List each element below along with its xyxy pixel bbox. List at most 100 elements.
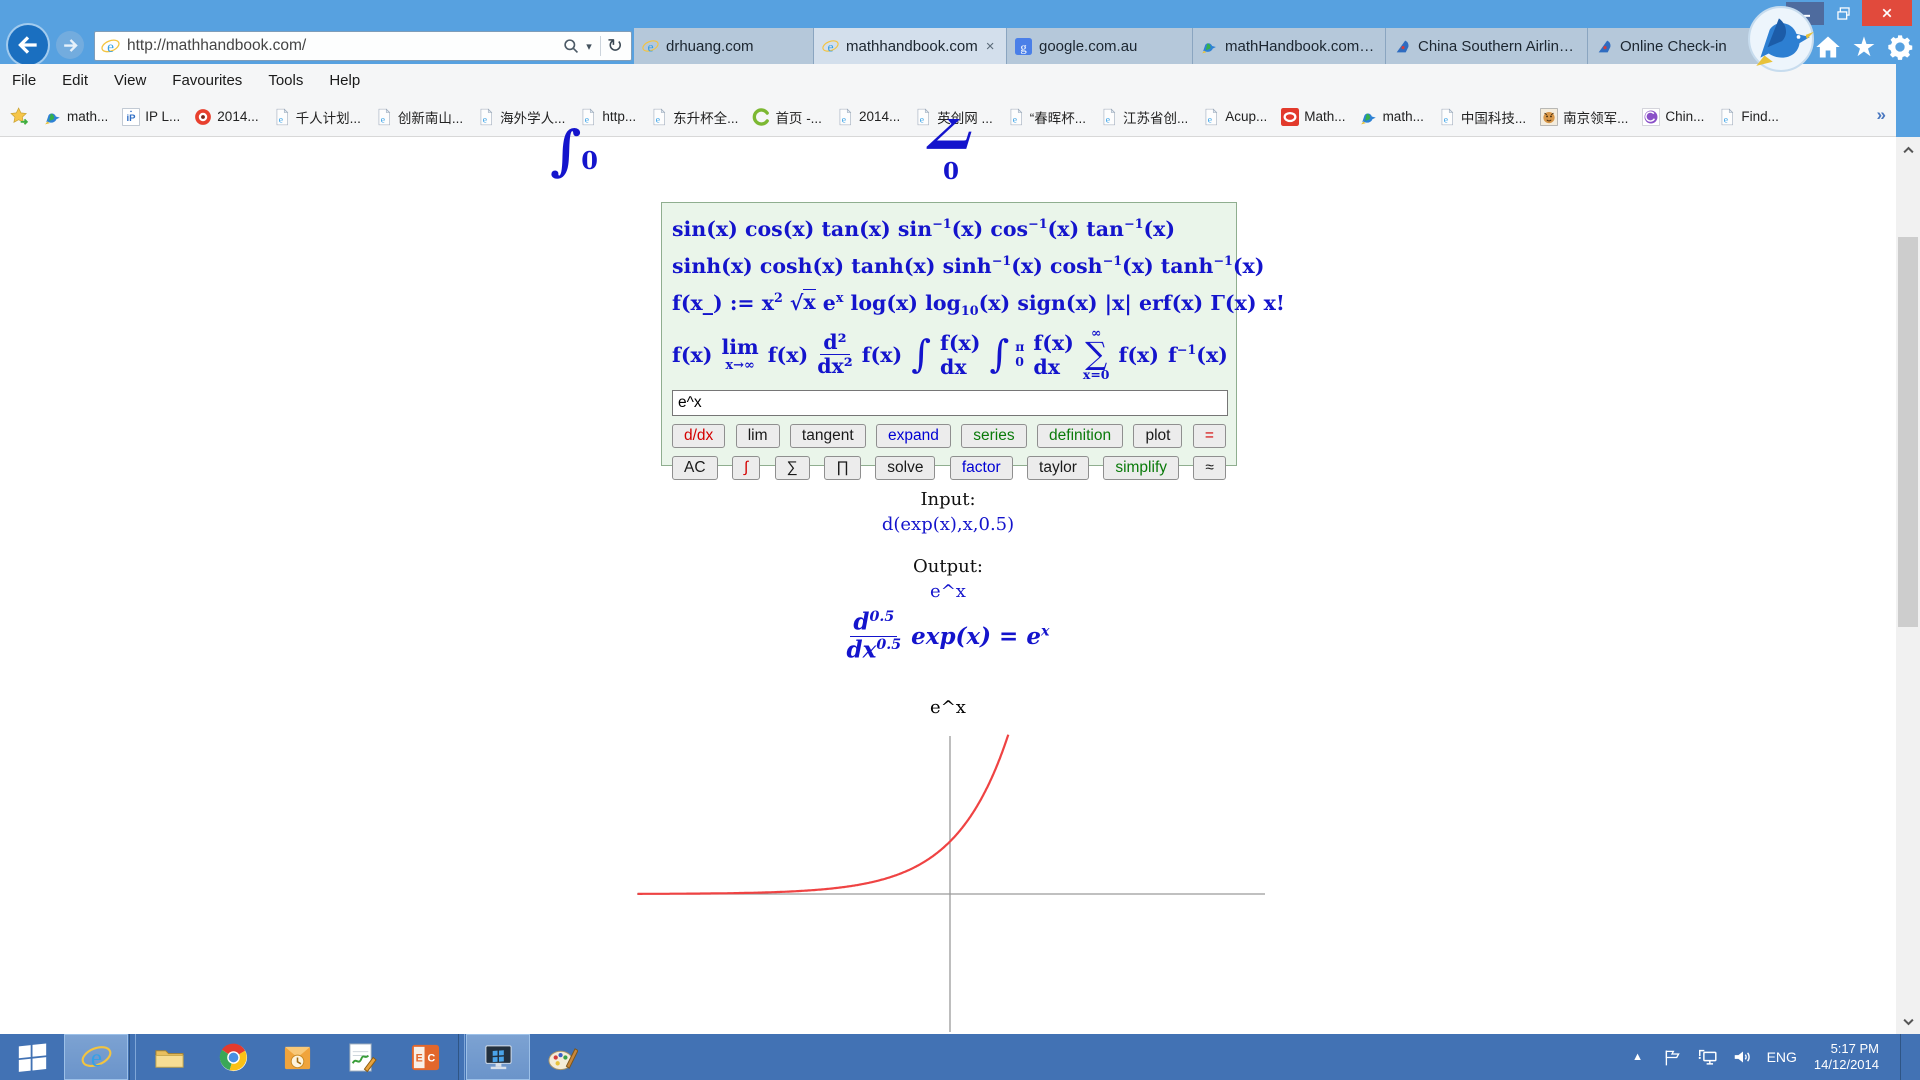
restore-icon: [1834, 4, 1853, 23]
favorites-overflow-chevron[interactable]: »: [1877, 105, 1886, 125]
menu-favourites[interactable]: Favourites: [172, 72, 242, 89]
vertical-scrollbar[interactable]: [1896, 137, 1920, 1034]
favorite-item[interactable]: e“春晖杯...: [1001, 104, 1092, 130]
settings-button[interactable]: [1886, 33, 1914, 61]
favorite-item[interactable]: 南京领军...: [1534, 104, 1634, 130]
taskbar-ec-app[interactable]: EC: [393, 1034, 457, 1080]
favorite-label: math...: [1383, 109, 1424, 124]
tab-mathhandbook-com[interactable]: emathhandbook.com×: [814, 28, 1007, 64]
browser-window: e http://mathhandbook.com/ ▾ ↻ edrhuang.…: [0, 0, 1920, 1080]
favorite-item[interactable]: 2014...: [188, 105, 264, 129]
calc-button-simplify[interactable]: simplify: [1103, 456, 1179, 480]
scroll-up-button[interactable]: [1896, 137, 1920, 163]
calc-button-d-dx[interactable]: d/dx: [672, 424, 725, 448]
calc-button-definition[interactable]: definition: [1037, 424, 1123, 448]
back-button[interactable]: [8, 25, 48, 65]
menu-view[interactable]: View: [114, 72, 146, 89]
tab-google-com-au[interactable]: ggoogle.com.au: [1007, 28, 1193, 64]
calc-button-factor[interactable]: factor: [950, 456, 1013, 480]
tab-online-check-in[interactable]: Online Check-in: [1588, 28, 1764, 64]
refresh-icon[interactable]: ↻: [605, 35, 625, 58]
favorite-item[interactable]: e创新南山...: [369, 104, 469, 130]
scroll-down-button[interactable]: [1896, 1008, 1920, 1034]
clock[interactable]: 5:17 PM 14/12/2014: [1814, 1041, 1879, 1073]
action-center-flag-icon[interactable]: [1662, 1046, 1684, 1068]
input-expression: d(exp(x),x,0.5): [0, 514, 1896, 535]
taskbar-display-app[interactable]: [466, 1034, 530, 1080]
show-desktop-button[interactable]: [1900, 1034, 1910, 1080]
start-button[interactable]: [0, 1034, 64, 1080]
tab-china-southern-airline-[interactable]: China Southern Airline...: [1386, 28, 1588, 64]
tab-label: China Southern Airline...: [1418, 38, 1579, 55]
purple-favicon: [1642, 108, 1660, 126]
favorite-label: 中国科技...: [1461, 107, 1526, 127]
taskbar-notes-app[interactable]: [329, 1034, 393, 1080]
svg-text:e: e: [827, 39, 833, 54]
hidden-icons-button[interactable]: ▲: [1627, 1046, 1649, 1068]
ie-favicon: e: [642, 38, 659, 55]
favorite-item[interactable]: e江苏省创...: [1094, 104, 1194, 130]
taskbar-chrome[interactable]: [201, 1034, 265, 1080]
taskbar-internet-explorer[interactable]: e: [64, 1034, 128, 1080]
network-icon[interactable]: [1697, 1046, 1719, 1068]
airline-favicon: [1596, 38, 1613, 55]
calc-button--[interactable]: ∑: [775, 456, 810, 480]
svg-text:e: e: [1106, 114, 1110, 125]
taskbar-file-explorer[interactable]: [137, 1034, 201, 1080]
forward-button[interactable]: [56, 31, 84, 59]
favorite-item[interactable]: Math...: [1275, 105, 1351, 129]
tab-drhuang-com[interactable]: edrhuang.com: [634, 28, 814, 64]
favorite-item[interactable]: 首页 -...: [746, 104, 828, 130]
calc-button--[interactable]: ≈: [1193, 456, 1226, 480]
volume-icon[interactable]: [1732, 1046, 1754, 1068]
add-favorite-star-icon[interactable]: [8, 106, 32, 128]
close-button[interactable]: [1862, 0, 1912, 26]
calc-button-solve[interactable]: solve: [875, 456, 935, 480]
menu-edit[interactable]: Edit: [62, 72, 88, 89]
favorite-item[interactable]: Chin...: [1636, 105, 1710, 129]
calc-button-lim[interactable]: lim: [736, 424, 780, 448]
search-icon[interactable]: [560, 38, 582, 55]
favorite-label: 南京领军...: [1563, 107, 1628, 127]
calc-button-taylor[interactable]: taylor: [1027, 456, 1089, 480]
tab-label: google.com.au: [1039, 38, 1137, 55]
menu-help[interactable]: Help: [329, 72, 360, 89]
favorite-item[interactable]: e2014...: [830, 105, 906, 129]
scrollbar-thumb[interactable]: [1898, 237, 1918, 627]
calc-button-expand[interactable]: expand: [876, 424, 951, 448]
favorite-item[interactable]: math...: [1354, 105, 1430, 129]
time-text: 5:17 PM: [1814, 1041, 1879, 1057]
calc-button-plot[interactable]: plot: [1133, 424, 1182, 448]
taskbar-outlook[interactable]: [265, 1034, 329, 1080]
address-bar[interactable]: e http://mathhandbook.com/ ▾ ↻: [94, 31, 632, 61]
restore-button[interactable]: [1826, 2, 1860, 25]
calc-button-ac[interactable]: AC: [672, 456, 718, 480]
favorite-item[interactable]: e东升杯全...: [644, 104, 744, 130]
favorite-item[interactable]: iPIP L...: [116, 105, 186, 129]
favorite-item[interactable]: math...: [38, 105, 114, 129]
tab-mathhandbook-com-[interactable]: mathHandbook.com -...: [1193, 28, 1386, 64]
favorite-item[interactable]: eAcup...: [1196, 105, 1273, 129]
favorite-item[interactable]: eFind...: [1712, 105, 1785, 129]
bird-favicon: [1360, 108, 1378, 126]
exponential-curve: [638, 735, 1009, 894]
language-indicator[interactable]: ENG: [1767, 1049, 1797, 1065]
calc-button-series[interactable]: series: [961, 424, 1026, 448]
search-dropdown-caret[interactable]: ▾: [582, 40, 596, 53]
calc-button--[interactable]: ∫: [732, 456, 760, 480]
tab-close-button[interactable]: ×: [986, 38, 995, 55]
favorites-button[interactable]: ★: [1850, 33, 1878, 61]
svg-text:e: e: [107, 38, 114, 55]
menu-file[interactable]: File: [12, 72, 36, 89]
favorite-item[interactable]: e中国科技...: [1432, 104, 1532, 130]
expression-input[interactable]: [672, 390, 1228, 416]
page-content: ∫0 ∑ 0 sin(x) cos(x) tan(x) sin−1(x) cos…: [0, 137, 1896, 1034]
calc-button--[interactable]: ∏: [824, 456, 861, 480]
menu-tools[interactable]: Tools: [268, 72, 303, 89]
calc-button--[interactable]: =: [1193, 424, 1226, 448]
taskbar-paint[interactable]: [530, 1034, 594, 1080]
home-button[interactable]: [1814, 33, 1842, 61]
favorite-item[interactable]: e千人计划...: [267, 104, 367, 130]
calc-button-tangent[interactable]: tangent: [790, 424, 866, 448]
page-favicon: e: [1718, 108, 1736, 126]
